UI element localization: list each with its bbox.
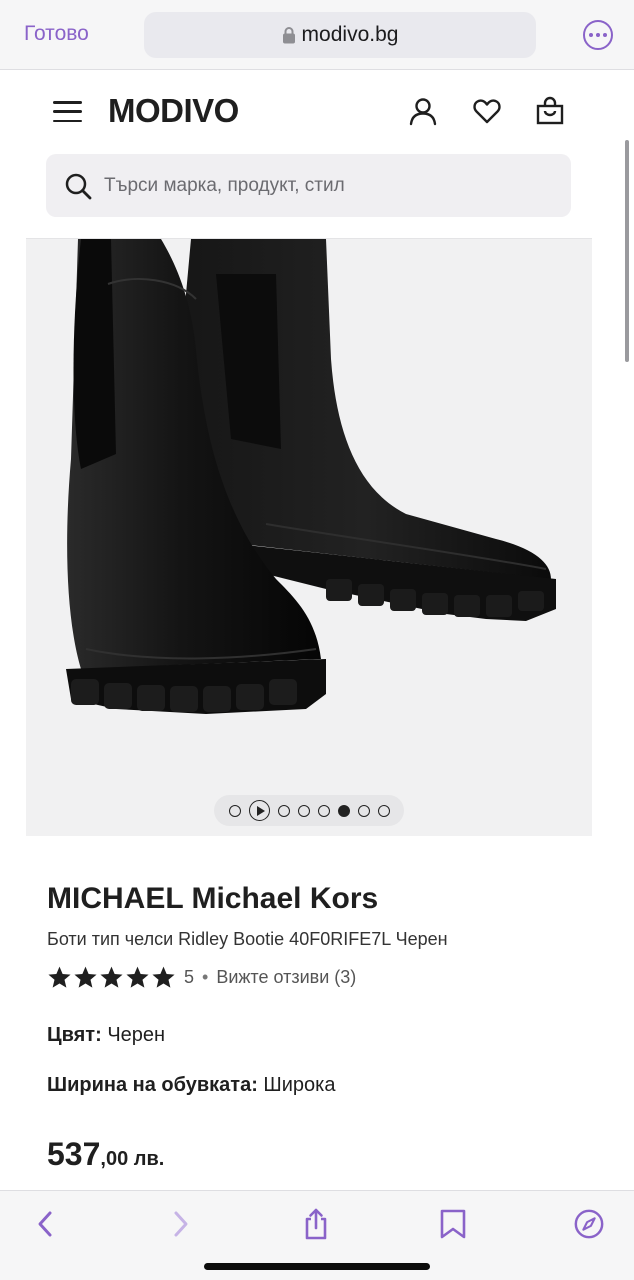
width-value: Широка bbox=[263, 1074, 336, 1096]
star-icon bbox=[152, 966, 175, 988]
width-label: Ширина на обувката: bbox=[47, 1074, 258, 1096]
boots-illustration bbox=[66, 239, 556, 714]
gallery-dot-active[interactable] bbox=[337, 804, 350, 817]
rating-separator: • bbox=[202, 966, 209, 987]
forward-icon[interactable] bbox=[164, 1207, 196, 1241]
done-button[interactable]: Готово bbox=[24, 22, 89, 46]
browser-top-bar: Готово modivo.bg bbox=[0, 0, 634, 70]
search-bar[interactable] bbox=[46, 154, 571, 217]
bookmarks-icon[interactable] bbox=[437, 1207, 469, 1241]
gallery-pagination bbox=[214, 795, 404, 826]
gallery-dot[interactable] bbox=[277, 804, 290, 817]
dot bbox=[596, 33, 600, 37]
menu-icon[interactable] bbox=[53, 101, 82, 122]
page-scrollbar[interactable] bbox=[625, 140, 629, 362]
dot bbox=[589, 33, 593, 37]
color-value: Черен bbox=[107, 1024, 166, 1046]
gallery-dot[interactable] bbox=[357, 804, 370, 817]
address-bar[interactable]: modivo.bg bbox=[144, 12, 536, 58]
product-image[interactable] bbox=[26, 238, 592, 836]
width-attribute: Ширина на обувката: Широка bbox=[47, 1074, 335, 1097]
product-name: Боти тип челси Ridley Bootie 40F0RIFE7L … bbox=[47, 929, 448, 949]
gallery-dot[interactable] bbox=[228, 804, 241, 817]
play-video-icon[interactable] bbox=[248, 800, 270, 821]
share-icon[interactable] bbox=[300, 1207, 332, 1241]
site-logo[interactable]: MODIVO bbox=[108, 92, 239, 130]
product-rating: 5 • Вижте отзиви (3) bbox=[47, 963, 356, 991]
star-icon bbox=[48, 966, 71, 988]
site-header: MODIVO bbox=[0, 70, 634, 154]
gallery-dot[interactable] bbox=[377, 804, 390, 817]
color-attribute: Цвят: Черен bbox=[47, 1024, 165, 1047]
star-icon bbox=[100, 966, 123, 988]
gallery-dot[interactable] bbox=[297, 804, 310, 817]
home-indicator bbox=[204, 1263, 430, 1270]
dot bbox=[603, 33, 607, 37]
rating-value: 5 bbox=[184, 966, 195, 987]
product-price: 537,00 лв. bbox=[47, 1136, 164, 1173]
star-icon bbox=[126, 966, 149, 988]
color-label: Цвят: bbox=[47, 1024, 102, 1046]
search-input[interactable] bbox=[104, 154, 554, 217]
browser-bottom-bar bbox=[0, 1190, 634, 1280]
reviews-link[interactable]: Вижте отзиви (3) bbox=[216, 967, 356, 988]
user-icon[interactable] bbox=[408, 96, 438, 126]
heart-icon[interactable] bbox=[472, 96, 502, 126]
more-options-button[interactable] bbox=[583, 20, 613, 50]
price-fraction: ,00 лв. bbox=[100, 1148, 165, 1170]
url-text: modivo.bg bbox=[301, 23, 399, 46]
gallery-dot[interactable] bbox=[317, 804, 330, 817]
bag-icon[interactable] bbox=[535, 96, 565, 126]
price-main: 537 bbox=[47, 1136, 101, 1172]
product-brand[interactable]: MICHAEL Michael Kors bbox=[47, 882, 378, 916]
back-icon[interactable] bbox=[30, 1207, 62, 1241]
rating-stars bbox=[47, 965, 176, 990]
lock-icon bbox=[282, 27, 295, 44]
compass-icon[interactable] bbox=[573, 1207, 605, 1241]
search-icon bbox=[65, 173, 92, 200]
star-icon bbox=[74, 966, 97, 988]
